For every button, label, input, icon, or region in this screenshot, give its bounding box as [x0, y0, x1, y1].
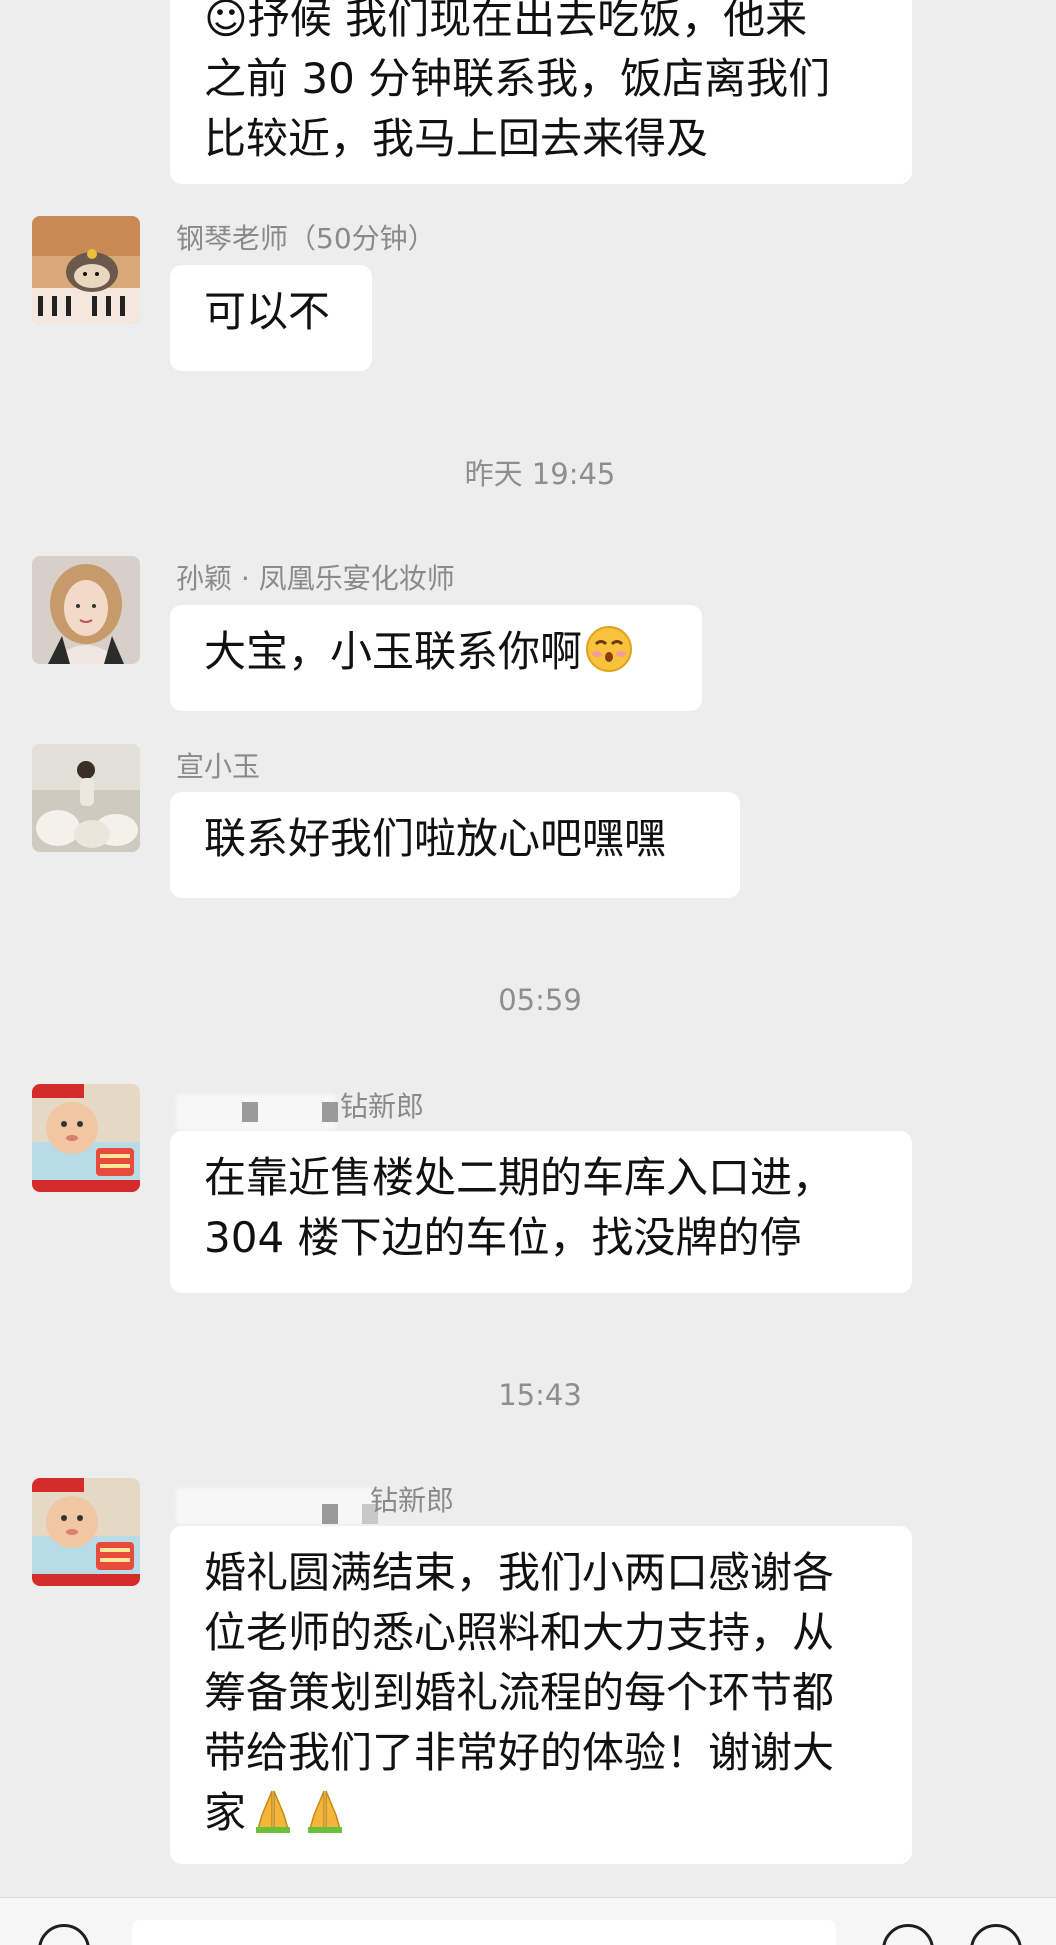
- woman-portrait-avatar-image: [32, 556, 140, 664]
- emoji-picker-icon[interactable]: [882, 1924, 934, 1945]
- message-text: 家: [204, 1788, 247, 1837]
- message-text-line: ☺抒候 我们现在出去吃饭，他来: [204, 0, 808, 43]
- message-bubble[interactable]: 婚礼圆满结束，我们小两口感谢各 位老师的悉心照料和大力支持，从 筹备策划到婚礼流…: [170, 1526, 912, 1864]
- message-text-line: 304 楼下边的车位，找没牌的停: [204, 1213, 802, 1262]
- avatar-makeup-artist[interactable]: [32, 556, 140, 664]
- censored-name-area: [176, 1488, 376, 1524]
- avatar-piano-teacher[interactable]: [32, 216, 140, 324]
- message-text-line: 带给我们了非常好的体验！谢谢大: [204, 1728, 835, 1777]
- voice-toggle-icon[interactable]: [38, 1924, 90, 1945]
- message-text-line: 大宝，小玉联系你啊: [204, 622, 668, 682]
- message-bubble[interactable]: 大宝，小玉联系你啊: [170, 605, 702, 711]
- folded-hands-emoji: [300, 1785, 350, 1835]
- sender-name: 钢琴老师（50分钟）: [176, 222, 436, 255]
- cartoon-baby-avatar-image: [32, 1084, 140, 1192]
- message-bubble[interactable]: ☺抒候 我们现在出去吃饭，他来 之前 30 分钟联系我，饭店离我们 比较近，我马…: [170, 0, 912, 184]
- cartoon-baby-avatar-image: [32, 1478, 140, 1586]
- chat-input-bar: [0, 1897, 1056, 1945]
- avatar-xuan-xiaoyu[interactable]: [32, 744, 140, 852]
- sender-name: 孙颖 · 凤凰乐宴化妆师: [176, 562, 455, 595]
- censor-mark: [322, 1102, 338, 1122]
- message-bubble[interactable]: 联系好我们啦放心吧嘿嘿: [170, 792, 740, 898]
- chat-window: ☺抒候 我们现在出去吃饭，他来 之前 30 分钟联系我，饭店离我们 比较近，我马…: [0, 0, 1056, 1945]
- sender-name: 宣小玉: [176, 750, 261, 783]
- message-bubble[interactable]: 可以不: [170, 265, 372, 371]
- message-text-line: 之前 30 分钟联系我，饭店离我们: [204, 54, 831, 103]
- avatar-groom[interactable]: [32, 1478, 140, 1586]
- message-text-line: 在靠近售楼处二期的车库入口进，: [204, 1153, 835, 1202]
- message-input[interactable]: [132, 1920, 836, 1945]
- timestamp: 05:59: [498, 983, 582, 1017]
- timestamp: 昨天 19:45: [464, 457, 616, 491]
- message-text-line: 比较近，我马上回去来得及: [204, 114, 709, 163]
- message-text-line: 家: [204, 1783, 878, 1843]
- message-text-line: 联系好我们啦放心吧嘿嘿: [204, 814, 667, 863]
- censor-mark: [242, 1102, 258, 1122]
- message-text-line: 婚礼圆满结束，我们小两口感谢各: [204, 1548, 835, 1597]
- avatar-groom[interactable]: [32, 1084, 140, 1192]
- folded-hands-emoji: [248, 1785, 298, 1835]
- sender-name: 钻新郎: [340, 1090, 425, 1123]
- message-text-line: 位老师的悉心照料和大力支持，从: [204, 1608, 835, 1657]
- message-text-line: 筹备策划到婚礼流程的每个环节都: [204, 1668, 835, 1717]
- message-text: 大宝，小玉联系你啊: [204, 627, 583, 676]
- censor-mark: [322, 1504, 338, 1524]
- more-options-icon[interactable]: [970, 1924, 1022, 1945]
- message-text-line: 可以不: [204, 287, 331, 336]
- sender-name: 钻新郎: [370, 1484, 455, 1517]
- woman-with-dogs-avatar-image: [32, 744, 140, 852]
- hedgehog-avatar-image: [32, 216, 140, 324]
- timestamp: 15:43: [498, 1378, 582, 1412]
- message-bubble[interactable]: 在靠近售楼处二期的车库入口进， 304 楼下边的车位，找没牌的停: [170, 1131, 912, 1293]
- kissing-face-emoji: [584, 624, 634, 674]
